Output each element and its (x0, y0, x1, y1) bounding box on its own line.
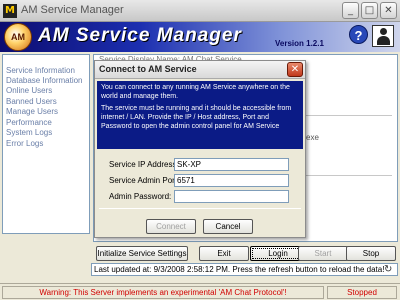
dialog-divider (99, 208, 301, 209)
app-header: AM AM Service Manager Version 1.2.1 ? (0, 22, 400, 52)
sidebar-item-database-information[interactable]: Database Information (6, 76, 83, 85)
dialog-title-bar[interactable]: Connect to AM Service ✕ (95, 61, 305, 79)
ip-address-label: Service IP Address (109, 160, 177, 169)
sidebar-nav: Service Information Database Information… (2, 54, 90, 234)
refresh-icon[interactable]: ↻ (384, 264, 392, 275)
exit-button[interactable]: Exit (199, 246, 249, 261)
start-button[interactable]: Start (298, 246, 348, 261)
sidebar-item-system-logs[interactable]: System Logs (6, 128, 52, 137)
admin-port-input[interactable] (174, 174, 289, 187)
warning-message: Warning: This Server implements an exper… (2, 286, 324, 299)
sidebar-item-performance[interactable]: Performance (6, 118, 52, 127)
maximize-button[interactable]: □ (361, 2, 378, 19)
divider (304, 115, 392, 116)
version-label: Version 1.2.1 (275, 39, 324, 48)
admin-port-label: Service Admin Port (109, 176, 178, 185)
initialize-settings-button[interactable]: Initialize Service Settings (96, 246, 188, 261)
ip-address-input[interactable] (174, 158, 289, 171)
dialog-info-text: You can connect to any running AM Servic… (101, 84, 290, 100)
connect-button[interactable]: Connect (146, 219, 196, 234)
sidebar-item-error-logs[interactable]: Error Logs (6, 139, 43, 148)
cancel-button[interactable]: Cancel (203, 219, 253, 234)
dialog-title: Connect to AM Service (99, 64, 197, 74)
connect-dialog: Connect to AM Service ✕ You can connect … (94, 60, 306, 238)
app-logo-icon: AM (4, 23, 32, 51)
dialog-info-text: The service must be running and it shoul… (101, 105, 292, 130)
dialog-close-icon[interactable]: ✕ (287, 62, 303, 77)
close-button[interactable]: ✕ (380, 2, 397, 19)
admin-password-input[interactable] (174, 190, 289, 203)
divider (304, 175, 392, 176)
header-title: AM Service Manager (38, 25, 242, 46)
sidebar-item-service-information[interactable]: Service Information (6, 66, 75, 75)
dialog-info-panel: You can connect to any running AM Servic… (97, 81, 303, 149)
stop-button[interactable]: Stop (346, 246, 396, 261)
help-icon[interactable]: ? (349, 25, 368, 44)
sidebar-item-banned-users[interactable]: Banned Users (6, 97, 57, 106)
footer-status-bar: Warning: This Server implements an exper… (0, 283, 400, 300)
sidebar-item-online-users[interactable]: Online Users (6, 86, 52, 95)
main-window: M AM Service Manager _ □ ✕ AM AM Service… (0, 0, 400, 300)
last-updated-text: Last updated at: 9/3/2008 2:58:12 PM. Pr… (94, 265, 385, 274)
title-bar[interactable]: M AM Service Manager _ □ ✕ (0, 0, 400, 22)
admin-password-label: Admin Password: (109, 192, 172, 201)
user-icon[interactable] (372, 25, 394, 47)
window-title: AM Service Manager (21, 4, 124, 16)
service-state: Stopped (327, 286, 397, 299)
minimize-button[interactable]: _ (342, 2, 359, 19)
app-icon: M (3, 4, 17, 18)
status-line: Last updated at: 9/3/2008 2:58:12 PM. Pr… (91, 263, 398, 276)
sidebar-item-manage-users[interactable]: Manage Users (6, 107, 58, 116)
exe-path-text: exe (306, 133, 319, 142)
